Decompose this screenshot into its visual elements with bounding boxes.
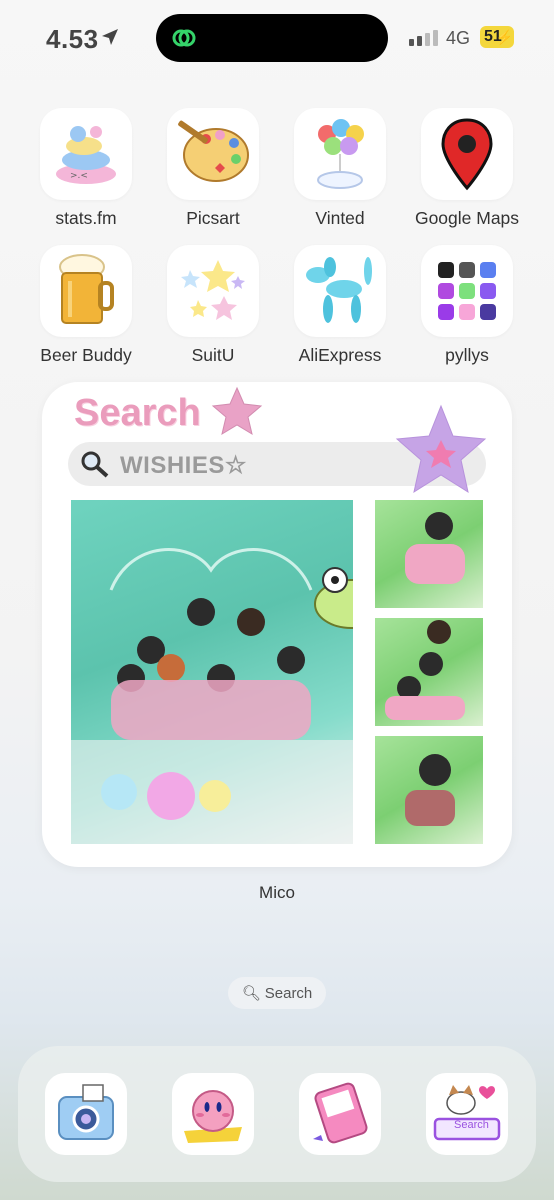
app-vinted[interactable]: Vinted [270,108,410,229]
widget-side-photo-2 [375,618,483,726]
status-time: 4.53 [46,24,99,54]
spotlight-search-button[interactable]: 🔍︎ Search [228,977,326,1009]
location-arrow-icon [102,29,118,45]
app-beer-buddy[interactable]: Beer Buddy [16,245,156,366]
search-pill-label: Search [264,984,313,1002]
app-stats-fm[interactable]: >.< stats.fm [16,108,156,229]
folder-icon [421,245,513,337]
beer-mug-icon [40,245,132,337]
widget-side-photo-3 [375,736,483,844]
widget-search-text: WISHIES☆ [120,452,247,479]
widget-main-photo [71,500,353,844]
app-folder-pyllys[interactable]: pyllys [397,245,537,366]
cat-pile-icon: >.< [40,108,132,200]
dock-search-label: Search [454,1119,489,1131]
photo-widget[interactable]: Search WISHIES☆ [42,382,512,867]
app-label: stats.fm [55,208,117,228]
charging-bolt-icon: ⚡ [495,29,513,45]
app-label: Beer Buddy [40,345,132,365]
svg-text:>.<: >.< [70,171,88,181]
glitter-star-icon [211,386,263,436]
dock-app-camera[interactable] [45,1073,127,1155]
widget-title: Search [74,392,201,434]
magnifier-icon [81,451,109,478]
palette-icon [167,108,259,200]
glitter-star-purple-icon [395,404,487,494]
map-pin-icon [421,108,513,200]
dock: Search [18,1046,536,1182]
dock-app-phone[interactable] [299,1073,381,1155]
network-type: 4G [446,28,471,48]
dynamic-island[interactable] [156,14,388,62]
app-label: AliExpress [298,345,382,365]
dock-app-cat-search[interactable]: Search [426,1073,508,1155]
app-label: Google Maps [414,208,520,228]
app-label: Picsart [186,208,240,228]
widget-side-photo-1 [375,500,483,608]
balloon-dog-icon [294,245,386,337]
phone-icon [313,1082,368,1144]
link-icon [172,29,196,47]
app-label: pyllys [445,345,489,365]
keroppi-icon [314,567,353,629]
app-aliexpress[interactable]: AliExpress [270,245,410,366]
widget-caption: Mico [259,883,295,902]
app-picsart[interactable]: Picsart [143,108,283,229]
battery-icon: 51 ⚡ [480,26,514,48]
status-bar: 4.53 4G 51 ⚡ [0,0,554,76]
cat-search-icon [433,1085,501,1141]
search-icon: 🔍︎ [241,985,261,1002]
app-label: Vinted [315,208,365,228]
app-google-maps[interactable]: Google Maps [397,108,537,229]
dock-app-kirby[interactable] [172,1073,254,1155]
app-suitu[interactable]: SuitU [143,245,283,366]
kirby-icon [184,1090,242,1143]
app-label: SuitU [191,345,235,365]
cell-signal-icon [409,30,438,46]
camera-icon [58,1084,114,1140]
balloons-icon [294,108,386,200]
stars-icon [167,245,259,337]
